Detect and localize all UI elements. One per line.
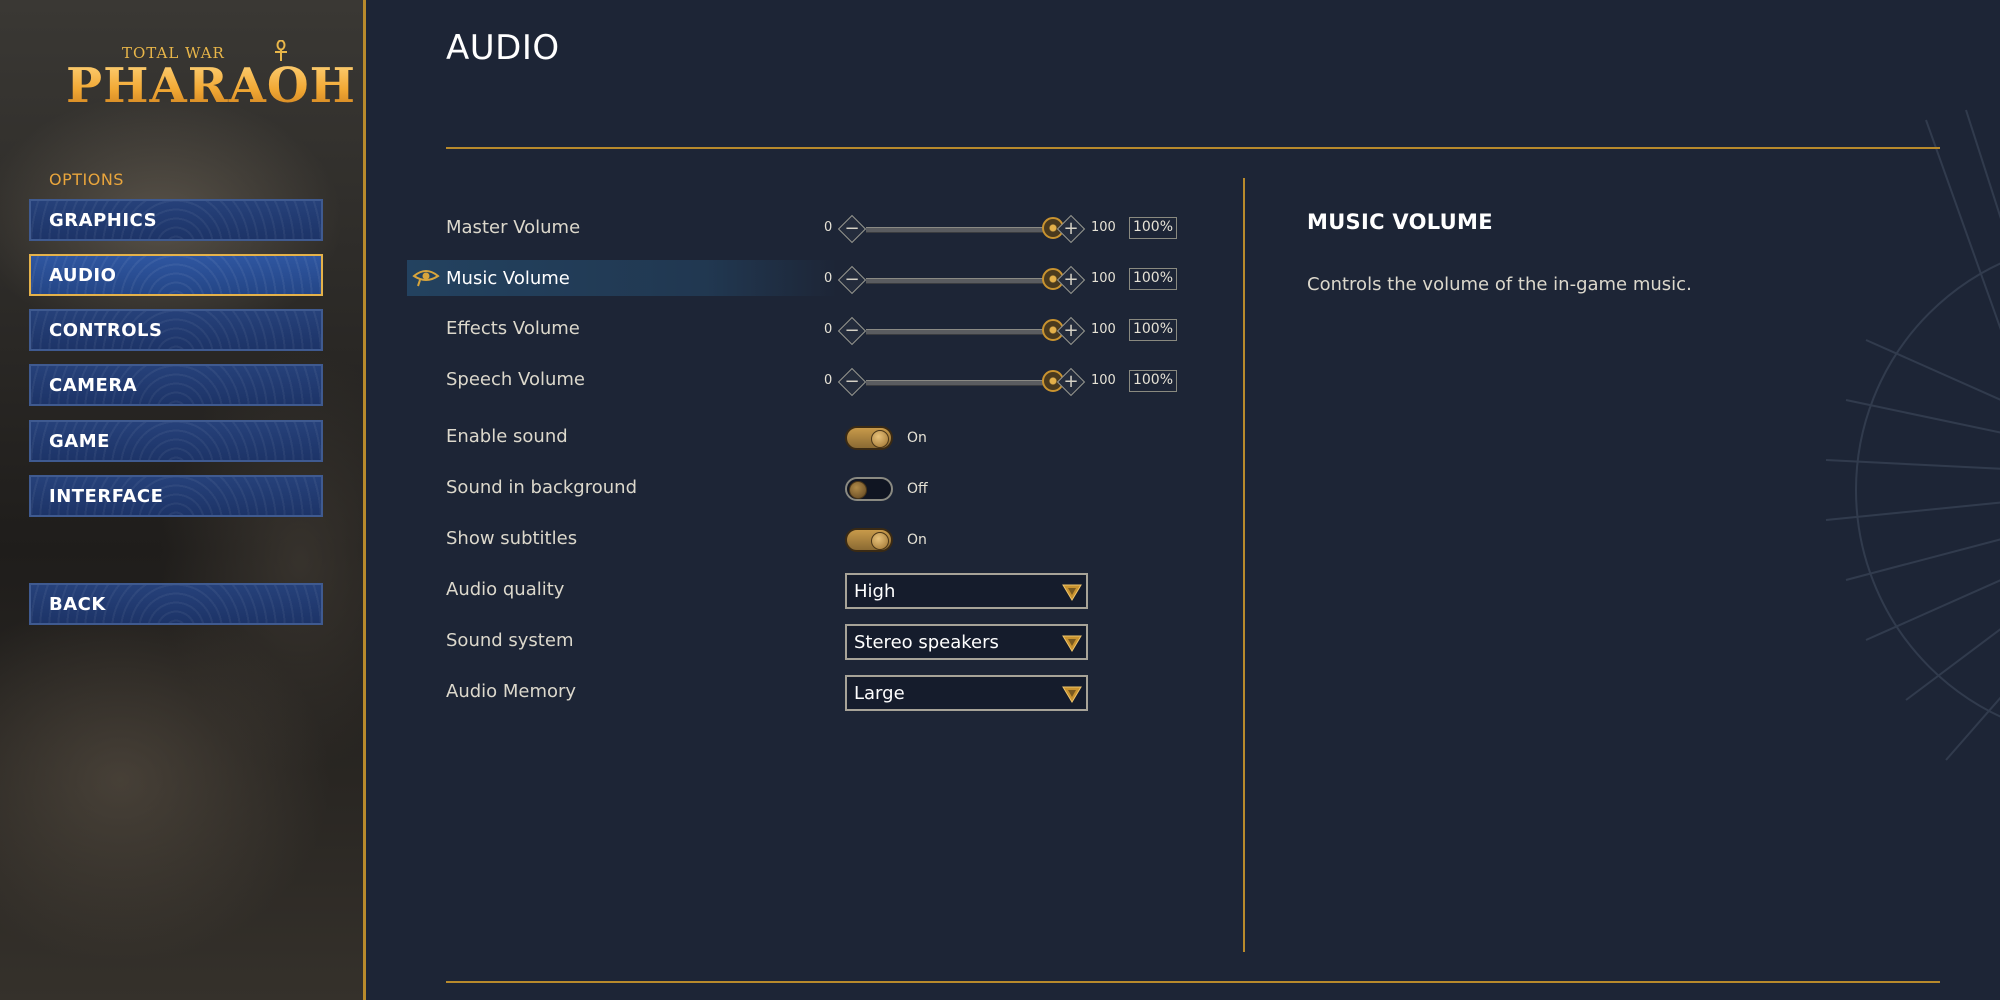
minus-icon: −: [844, 371, 860, 392]
nav-label: AUDIO: [49, 264, 117, 286]
minus-icon: −: [844, 269, 860, 290]
toggle-knob: [871, 430, 889, 448]
ankh-icon: [275, 40, 287, 61]
plus-icon: +: [1063, 269, 1079, 290]
dropdown-value: Stereo speakers: [854, 632, 999, 653]
slider-track[interactable]: [866, 227, 1054, 233]
dropdown-value: High: [854, 581, 896, 602]
audio-memory-dropdown[interactable]: Large: [845, 675, 1088, 711]
sidebar: TOTAL WAR PHARAOH OPTIONS GRAPHICS AUDIO…: [0, 0, 366, 1000]
slider-min: 0: [824, 322, 833, 337]
enable-sound-state: On: [907, 430, 927, 446]
enable-sound-label: Enable sound: [446, 426, 568, 447]
audio-quality-label: Audio quality: [446, 579, 565, 600]
page-title: AUDIO: [446, 28, 560, 68]
back-label: BACK: [49, 593, 106, 615]
main-panel: AUDIO Master Volume 0 − + 100 100% Music…: [366, 0, 2000, 1000]
nav-label: CONTROLS: [49, 319, 163, 341]
volume-percent-field[interactable]: 100%: [1129, 319, 1177, 341]
header-divider: [446, 147, 1940, 149]
increase-button[interactable]: +: [1056, 265, 1086, 295]
enable-sound-toggle[interactable]: [845, 426, 893, 450]
decrease-button[interactable]: −: [837, 214, 867, 244]
increase-button[interactable]: +: [1056, 367, 1086, 397]
volume-percent-field[interactable]: 100%: [1129, 268, 1177, 290]
nav-graphics-button[interactable]: GRAPHICS: [29, 199, 323, 241]
audio-quality-dropdown[interactable]: High: [845, 573, 1088, 609]
sound-in-background-label: Sound in background: [446, 477, 637, 498]
slider-max: 100: [1091, 271, 1116, 286]
nav-controls-button[interactable]: CONTROLS: [29, 309, 323, 351]
sound-system-dropdown[interactable]: Stereo speakers: [845, 624, 1088, 660]
sound-in-background-toggle[interactable]: [845, 477, 893, 501]
decrease-button[interactable]: −: [837, 316, 867, 346]
eye-of-horus-icon: [412, 270, 440, 287]
plus-icon: +: [1063, 320, 1079, 341]
show-subtitles-state: On: [907, 532, 927, 548]
increase-button[interactable]: +: [1056, 214, 1086, 244]
slider-min: 0: [824, 373, 833, 388]
nav-audio-button[interactable]: AUDIO: [29, 254, 323, 296]
nav-label: GAME: [49, 430, 110, 452]
nav-interface-button[interactable]: INTERFACE: [29, 475, 323, 517]
chevron-down-icon: [1062, 584, 1082, 601]
background-pattern: [1825, 109, 2000, 761]
minus-icon: −: [844, 218, 860, 239]
slider-track[interactable]: [866, 380, 1054, 386]
back-button[interactable]: BACK: [29, 583, 323, 625]
nav-label: INTERFACE: [49, 485, 164, 507]
logo-title: PHARAOH: [66, 58, 356, 114]
slider-track[interactable]: [866, 278, 1054, 284]
slider-max: 100: [1091, 322, 1116, 337]
chevron-down-icon: [1062, 686, 1082, 703]
sound-in-background-state: Off: [907, 481, 928, 497]
audio-memory-label: Audio Memory: [446, 681, 577, 702]
info-description: Controls the volume of the in-game music…: [1307, 274, 1692, 295]
volume-percent-field[interactable]: 100%: [1129, 217, 1177, 239]
decrease-button[interactable]: −: [837, 367, 867, 397]
footer-divider: [446, 981, 1940, 983]
show-subtitles-label: Show subtitles: [446, 528, 578, 549]
increase-button[interactable]: +: [1056, 316, 1086, 346]
info-title: MUSIC VOLUME: [1307, 210, 1493, 234]
nav-label: CAMERA: [49, 374, 138, 396]
slider-min: 0: [824, 220, 833, 235]
nav-camera-button[interactable]: CAMERA: [29, 364, 323, 406]
speech-volume-slider[interactable]: 0 − + 100 100%: [824, 367, 1544, 397]
speech-volume-label: Speech Volume: [446, 369, 585, 390]
chevron-down-icon: [1062, 635, 1082, 652]
toggle-knob: [871, 532, 889, 550]
slider-max: 100: [1091, 373, 1116, 388]
dropdown-value: Large: [854, 683, 905, 704]
minus-icon: −: [844, 320, 860, 341]
options-section-label: OPTIONS: [49, 170, 124, 189]
decrease-button[interactable]: −: [837, 265, 867, 295]
nav-label: GRAPHICS: [49, 209, 158, 231]
plus-icon: +: [1063, 218, 1079, 239]
sound-system-label: Sound system: [446, 630, 574, 651]
plus-icon: +: [1063, 371, 1079, 392]
slider-min: 0: [824, 271, 833, 286]
effects-volume-label: Effects Volume: [446, 318, 580, 339]
nav-game-button[interactable]: GAME: [29, 420, 323, 462]
slider-max: 100: [1091, 220, 1116, 235]
show-subtitles-toggle[interactable]: [845, 528, 893, 552]
master-volume-label: Master Volume: [446, 217, 581, 238]
effects-volume-slider[interactable]: 0 − + 100 100%: [824, 316, 1544, 346]
toggle-knob: [849, 481, 867, 499]
music-volume-label: Music Volume: [446, 268, 570, 289]
game-logo: TOTAL WAR PHARAOH: [66, 36, 355, 116]
slider-track[interactable]: [866, 329, 1054, 335]
volume-percent-field[interactable]: 100%: [1129, 370, 1177, 392]
